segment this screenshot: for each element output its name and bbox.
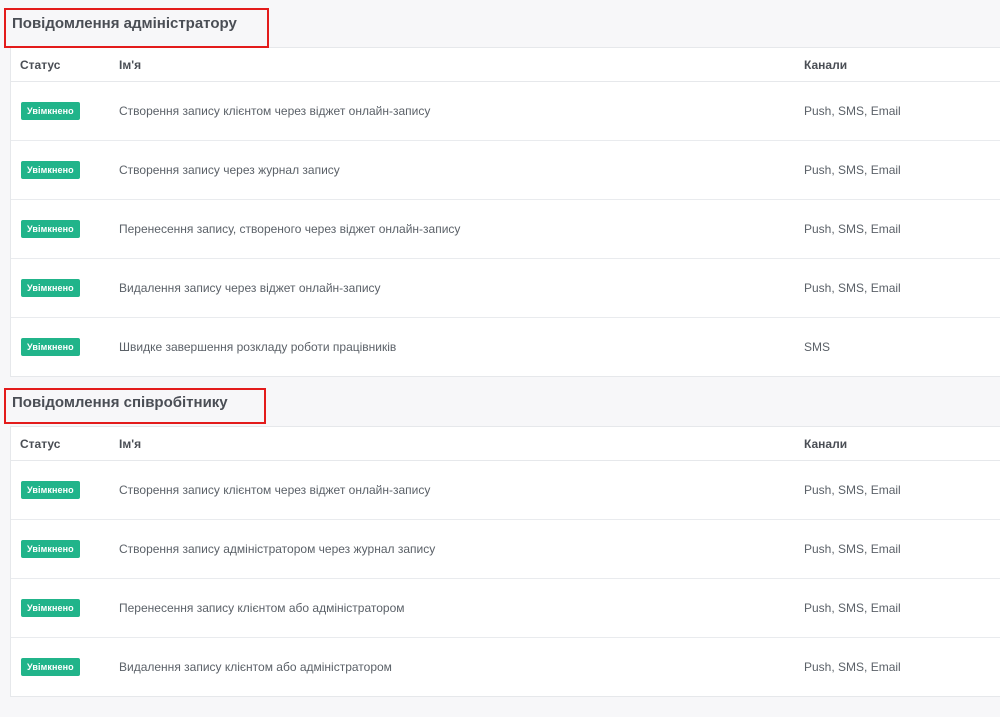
status-badge[interactable]: Увімкнено bbox=[21, 161, 80, 179]
notification-name[interactable]: Створення запису через журнал запису bbox=[119, 163, 804, 177]
employee-notifications-table: Статус Ім'я Канали Увімкнено Створення за… bbox=[10, 426, 1000, 697]
notification-name[interactable]: Видалення запису клієнтом або адміністра… bbox=[119, 660, 804, 674]
status-cell: Увімкнено bbox=[11, 161, 119, 179]
notification-name[interactable]: Створення запису адміністратором через ж… bbox=[119, 542, 804, 556]
table-row[interactable]: Увімкнено Швидке завершення розкладу робо… bbox=[11, 318, 1000, 376]
notification-channels: Push, SMS, Email bbox=[804, 281, 901, 295]
status-cell: Увімкнено bbox=[11, 279, 119, 297]
table-row[interactable]: Увімкнено Видалення запису клієнтом або а… bbox=[11, 638, 1000, 696]
admin-notifications-table: Статус Ім'я Канали Увімкнено Створення за… bbox=[10, 47, 1000, 377]
status-cell: Увімкнено bbox=[11, 220, 119, 238]
name-column-header[interactable]: Ім'я bbox=[119, 58, 804, 72]
employee-title-highlight bbox=[4, 388, 266, 424]
notification-channels: Push, SMS, Email bbox=[804, 660, 901, 674]
status-column-header[interactable]: Статус bbox=[11, 58, 119, 72]
notification-name[interactable]: Створення запису клієнтом через віджет о… bbox=[119, 104, 804, 118]
status-badge[interactable]: Увімкнено bbox=[21, 279, 80, 297]
status-badge[interactable]: Увімкнено bbox=[21, 599, 80, 617]
notification-channels: Push, SMS, Email bbox=[804, 163, 901, 177]
notification-channels: Push, SMS, Email bbox=[804, 222, 901, 236]
notification-name[interactable]: Створення запису клієнтом через віджет о… bbox=[119, 483, 804, 497]
status-badge[interactable]: Увімкнено bbox=[21, 338, 80, 356]
admin-rows: Увімкнено Створення запису клієнтом через… bbox=[11, 82, 1000, 376]
table-row[interactable]: Увімкнено Перенесення запису, створеного … bbox=[11, 200, 1000, 259]
notifications-page: Повідомлення адміністратору Статус Ім'я … bbox=[0, 0, 1000, 717]
notification-channels: Push, SMS, Email bbox=[804, 601, 901, 615]
status-cell: Увімкнено bbox=[11, 102, 119, 120]
table-row[interactable]: Увімкнено Створення запису адміністраторо… bbox=[11, 520, 1000, 579]
status-badge[interactable]: Увімкнено bbox=[21, 102, 80, 120]
table-row[interactable]: Увімкнено Видалення запису через віджет о… bbox=[11, 259, 1000, 318]
status-cell: Увімкнено bbox=[11, 599, 119, 617]
status-cell: Увімкнено bbox=[11, 338, 119, 356]
channels-column-header[interactable]: Канали bbox=[804, 437, 1000, 451]
notification-channels: SMS bbox=[804, 340, 831, 354]
status-cell: Увімкнено bbox=[11, 481, 119, 499]
admin-title-highlight bbox=[4, 8, 269, 48]
table-row[interactable]: Увімкнено Перенесення запису клієнтом або… bbox=[11, 579, 1000, 638]
status-column-header[interactable]: Статус bbox=[11, 437, 119, 451]
notification-name[interactable]: Видалення запису через віджет онлайн-зап… bbox=[119, 281, 804, 295]
table-header: Статус Ім'я Канали bbox=[11, 427, 1000, 461]
notification-name[interactable]: Швидке завершення розкладу роботи праців… bbox=[119, 340, 804, 354]
status-cell: Увімкнено bbox=[11, 540, 119, 558]
admin-notifications-section: Повідомлення адміністратору Статус Ім'я … bbox=[10, 0, 1000, 377]
table-row[interactable]: Увімкнено Створення запису клієнтом через… bbox=[11, 461, 1000, 520]
status-badge[interactable]: Увімкнено bbox=[21, 658, 80, 676]
status-badge[interactable]: Увімкнено bbox=[21, 481, 80, 499]
employee-notifications-section: Повідомлення співробітнику Статус Ім'я К… bbox=[10, 379, 1000, 697]
table-header: Статус Ім'я Канали bbox=[11, 48, 1000, 82]
notification-name[interactable]: Перенесення запису клієнтом або адмініст… bbox=[119, 601, 804, 615]
notification-channels: Push, SMS, Email bbox=[804, 104, 901, 118]
channels-column-header[interactable]: Канали bbox=[804, 58, 1000, 72]
name-column-header[interactable]: Ім'я bbox=[119, 437, 804, 451]
table-row[interactable]: Увімкнено Створення запису клієнтом через… bbox=[11, 82, 1000, 141]
employee-rows: Увімкнено Створення запису клієнтом через… bbox=[11, 461, 1000, 696]
status-badge[interactable]: Увімкнено bbox=[21, 540, 80, 558]
notification-channels: Push, SMS, Email bbox=[804, 483, 901, 497]
status-badge[interactable]: Увімкнено bbox=[21, 220, 80, 238]
status-cell: Увімкнено bbox=[11, 658, 119, 676]
notification-name[interactable]: Перенесення запису, створеного через від… bbox=[119, 222, 804, 236]
table-row[interactable]: Увімкнено Створення запису через журнал з… bbox=[11, 141, 1000, 200]
notification-channels: Push, SMS, Email bbox=[804, 542, 901, 556]
